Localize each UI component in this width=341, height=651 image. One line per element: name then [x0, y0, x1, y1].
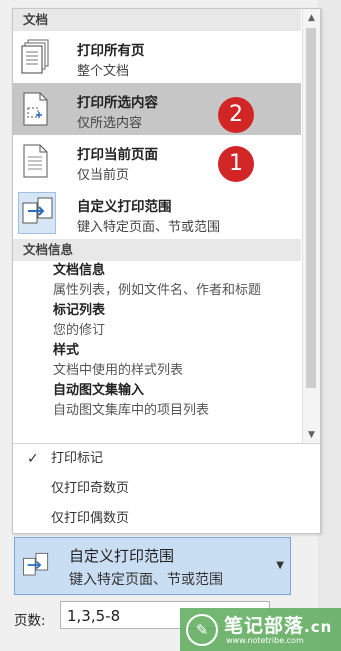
info-list: 文档信息 属性列表，例如文件名、作者和标题 标记列表 您的修订 样式 文档中使用… [13, 261, 301, 421]
menu-item-subtitle: 键入特定页面、节或范围 [77, 220, 221, 235]
option-odd-pages[interactable]: 仅打印奇数页 [13, 474, 320, 504]
menu-item-title: 打印所选内容 [77, 95, 158, 111]
chevron-down-icon[interactable]: ▼ [276, 560, 284, 571]
scroll-up-arrow-icon[interactable]: ▲ [303, 9, 320, 26]
watermark: ✎ 笔记部落.cn www.notetribe.com [180, 608, 341, 651]
info-item-subtitle: 文档中使用的样式列表 [53, 363, 184, 378]
scrollbar-thumb[interactable] [306, 28, 316, 388]
vertical-scrollbar[interactable]: ▲ ▼ [302, 9, 320, 443]
background-window [318, 0, 341, 651]
info-item-title: 文档信息 [53, 263, 106, 278]
info-item-styles[interactable]: 样式 文档中使用的样式列表 [53, 341, 301, 381]
single-page-icon [23, 144, 48, 178]
watermark-url: www.notetribe.com [226, 636, 304, 645]
section-header-documents: 文档 [13, 9, 301, 31]
scroll-down-arrow-icon[interactable]: ▼ [303, 426, 320, 443]
print-options: ✓ 打印标记 仅打印奇数页 仅打印偶数页 [13, 443, 320, 534]
info-item-subtitle: 自动图文集库中的项目列表 [53, 403, 210, 418]
annotation-badge-2: 2 [218, 97, 254, 133]
selector-subtitle: 键入特定页面、节或范围 [69, 572, 223, 588]
info-item-subtitle: 您的修订 [53, 323, 106, 338]
menu-item-print-selection[interactable]: 打印所选内容 仅所选内容 [13, 83, 301, 135]
print-range-dropdown: 文档 打印所有页 整个文档 打印所选内容 仅所选内容 打印当前页面 仅当前页 自… [12, 8, 321, 534]
info-item-title: 标记列表 [53, 303, 106, 318]
option-label: 仅打印偶数页 [51, 511, 130, 526]
option-label: 仅打印奇数页 [51, 481, 130, 496]
annotation-badge-1: 1 [218, 146, 254, 182]
checkmark-icon: ✓ [27, 451, 39, 467]
menu-item-title: 打印当前页面 [77, 147, 158, 163]
info-item-markup-list[interactable]: 标记列表 您的修订 [53, 301, 301, 341]
menu-item-title: 打印所有页 [77, 43, 145, 59]
menu-item-print-current-page[interactable]: 打印当前页面 仅当前页 [13, 135, 301, 187]
option-even-pages[interactable]: 仅打印偶数页 [13, 504, 320, 534]
menu-item-print-all[interactable]: 打印所有页 整个文档 [13, 31, 301, 83]
info-item-title: 自动图文集输入 [53, 383, 145, 398]
info-item-document-info[interactable]: 文档信息 属性列表，例如文件名、作者和标题 [53, 261, 301, 301]
custom-range-icon [23, 552, 49, 576]
info-item-autotext[interactable]: 自动图文集输入 自动图文集库中的项目列表 [53, 381, 301, 421]
menu-item-subtitle: 整个文档 [77, 64, 130, 79]
selector-title: 自定义打印范围 [69, 547, 175, 565]
menu-item-title: 自定义打印范围 [77, 199, 172, 215]
print-range-selector[interactable]: 自定义打印范围 键入特定页面、节或范围 ▼ [14, 537, 291, 595]
pen-logo-icon: ✎ [186, 614, 218, 646]
option-label: 打印标记 [51, 451, 104, 466]
custom-range-icon [18, 192, 56, 234]
option-print-markup[interactable]: ✓ 打印标记 [13, 444, 320, 474]
section-header-document-info: 文档信息 [13, 239, 301, 261]
menu-item-custom-range[interactable]: 自定义打印范围 键入特定页面、节或范围 [13, 187, 301, 239]
watermark-text: 笔记部落.cn [224, 615, 333, 637]
menu-item-subtitle: 仅所选内容 [77, 116, 143, 131]
menu-item-subtitle: 仅当前页 [77, 168, 130, 183]
info-item-subtitle: 属性列表，例如文件名、作者和标题 [53, 283, 262, 298]
pages-label: 页数: [14, 613, 46, 629]
dropdown-list: 文档 打印所有页 整个文档 打印所选内容 仅所选内容 打印当前页面 仅当前页 自… [13, 9, 301, 443]
info-item-title: 样式 [53, 343, 80, 358]
pages-stack-icon [21, 39, 49, 74]
page-selection-icon [23, 92, 48, 126]
